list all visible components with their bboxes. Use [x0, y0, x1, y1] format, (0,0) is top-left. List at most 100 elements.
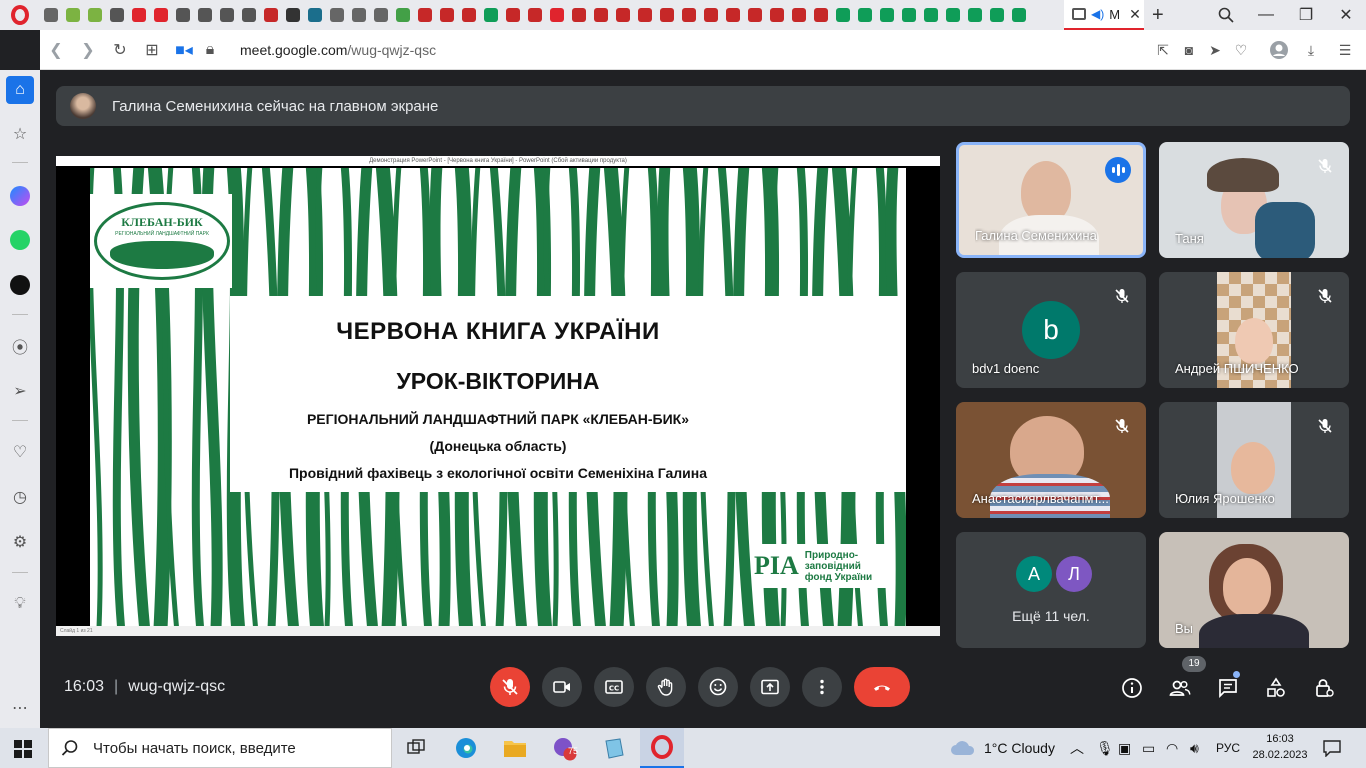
language-indicator[interactable]: РУС [1216, 728, 1240, 768]
browser-tab-29[interactable] [678, 0, 700, 30]
browser-tab-14[interactable] [348, 0, 370, 30]
browser-tab-8[interactable] [216, 0, 238, 30]
messenger-icon[interactable] [6, 182, 34, 210]
history-clock-icon[interactable]: ◷ [6, 483, 34, 511]
participant-tile-4[interactable]: Анастасиярлвачапмт... [956, 402, 1146, 518]
tiktok-icon[interactable] [6, 271, 34, 299]
bookmark-heart-icon[interactable]: ♡ [1228, 30, 1254, 70]
browser-tab-40[interactable] [920, 0, 942, 30]
new-tab-plus-icon[interactable]: + [1152, 4, 1164, 27]
volume-icon[interactable]: 🔊︎ [1190, 728, 1199, 768]
camera-toggle-button[interactable] [542, 667, 582, 707]
browser-tab-7[interactable] [194, 0, 216, 30]
people-button[interactable] [1168, 676, 1192, 700]
browser-tab-9[interactable] [238, 0, 260, 30]
browser-tab-28[interactable] [656, 0, 678, 30]
home-icon[interactable]: ⌂ [6, 76, 34, 104]
meeting-details-button[interactable] [1120, 676, 1144, 700]
tabs-grid-icon[interactable]: ⊞ [136, 30, 168, 70]
raise-hand-button[interactable] [646, 667, 686, 707]
present-screen-button[interactable] [750, 667, 790, 707]
browser-tab-38[interactable] [876, 0, 898, 30]
browser-tab-37[interactable] [854, 0, 876, 30]
viber-icon[interactable]: 75 [543, 728, 587, 768]
opera-taskbar-icon[interactable] [640, 728, 684, 768]
browser-tab-17[interactable] [414, 0, 436, 30]
windows-start-icon[interactable] [14, 740, 32, 758]
send-sidebar-icon[interactable]: ➢ [6, 377, 34, 405]
browser-tab-1[interactable] [62, 0, 84, 30]
camera-in-use-icon[interactable]: ■◂ [168, 30, 200, 70]
browser-tab-26[interactable] [612, 0, 634, 30]
opera-logo-icon[interactable] [0, 0, 40, 30]
captions-button[interactable]: CC [594, 667, 634, 707]
browser-tab-24[interactable] [568, 0, 590, 30]
browser-tab-15[interactable] [370, 0, 392, 30]
tab-google-meet[interactable]: ◀) M ✕ [1064, 0, 1144, 30]
notepad-app-icon[interactable] [592, 728, 636, 768]
browser-tab-5[interactable] [150, 0, 172, 30]
more-options-button[interactable] [802, 667, 842, 707]
lock-icon[interactable]: 🔒︎ [200, 30, 220, 70]
favorites-heart-icon[interactable]: ♡ [6, 438, 34, 466]
shared-screen[interactable]: Демонстрация PowerPoint - [Червона книга… [56, 156, 940, 636]
snapshot-icon[interactable]: ◙ [1176, 30, 1202, 70]
tray-mic-icon[interactable]: 🎙︎ [1096, 728, 1114, 768]
restore-icon[interactable]: ❐ [1286, 0, 1326, 30]
tray-chevron-icon[interactable]: ︿ [1070, 728, 1084, 768]
browser-tab-23[interactable] [546, 0, 568, 30]
file-explorer-icon[interactable] [493, 728, 537, 768]
browser-tab-0[interactable] [40, 0, 62, 30]
browser-tab-2[interactable] [84, 0, 106, 30]
host-controls-button[interactable] [1312, 676, 1336, 700]
browser-tab-41[interactable] [942, 0, 964, 30]
whatsapp-icon[interactable] [6, 226, 34, 254]
close-window-icon[interactable]: ✕ [1326, 0, 1366, 30]
sidebar-more-icon[interactable]: ⋯ [6, 694, 34, 722]
participant-tile-5[interactable]: Юлия Ярошенко [1159, 402, 1349, 518]
settings-gear-icon[interactable]: ⚙ [6, 528, 34, 556]
browser-tab-20[interactable] [480, 0, 502, 30]
browser-tab-27[interactable] [634, 0, 656, 30]
browser-tab-11[interactable] [282, 0, 304, 30]
browser-tab-13[interactable] [326, 0, 348, 30]
profile-icon[interactable] [1266, 30, 1292, 70]
easy-setup-icon[interactable]: ☰ [1332, 30, 1358, 70]
browser-tab-43[interactable] [986, 0, 1008, 30]
browser-tab-39[interactable] [898, 0, 920, 30]
download-icon[interactable]: ⤓ [1298, 30, 1324, 70]
participant-tile-1[interactable]: Таня [1159, 142, 1349, 258]
participant-tile-0[interactable]: Галина Семенихина [956, 142, 1146, 258]
browser-tab-30[interactable] [700, 0, 722, 30]
browser-tab-34[interactable] [788, 0, 810, 30]
forward-icon[interactable]: ❯ [72, 30, 104, 70]
share-icon[interactable]: ⇱ [1150, 30, 1176, 70]
browser-tab-22[interactable] [524, 0, 546, 30]
activities-button[interactable] [1264, 676, 1288, 700]
browser-tab-42[interactable] [964, 0, 986, 30]
speed-dial-star-icon[interactable]: ☆ [6, 120, 34, 148]
wifi-icon[interactable]: ◠ [1166, 728, 1178, 768]
participant-tile-self[interactable]: Вы [1159, 532, 1349, 648]
tray-app-icon[interactable]: ▣ [1118, 728, 1131, 768]
browser-tab-33[interactable] [766, 0, 788, 30]
chat-button[interactable] [1216, 676, 1240, 700]
mic-toggle-button[interactable] [490, 667, 530, 707]
browser-tab-25[interactable] [590, 0, 612, 30]
browser-tab-18[interactable] [436, 0, 458, 30]
player-icon[interactable]: ⦿ [6, 332, 34, 360]
reload-icon[interactable]: ↻ [104, 30, 136, 70]
minimize-icon[interactable]: — [1246, 0, 1286, 30]
browser-tab-10[interactable] [260, 0, 282, 30]
reactions-button[interactable] [698, 667, 738, 707]
tab-search-icon[interactable] [1206, 0, 1246, 30]
browser-tab-35[interactable] [810, 0, 832, 30]
battery-icon[interactable]: ▭ [1142, 728, 1155, 768]
browser-tab-36[interactable] [832, 0, 854, 30]
browser-tab-21[interactable] [502, 0, 524, 30]
tab-audio-icon[interactable]: ◀) [1091, 7, 1104, 21]
participant-tile-2[interactable]: b bdv1 doenc [956, 272, 1146, 388]
tab-close-icon[interactable]: ✕ [1129, 6, 1141, 23]
browser-tab-31[interactable] [722, 0, 744, 30]
browser-tab-6[interactable] [172, 0, 194, 30]
